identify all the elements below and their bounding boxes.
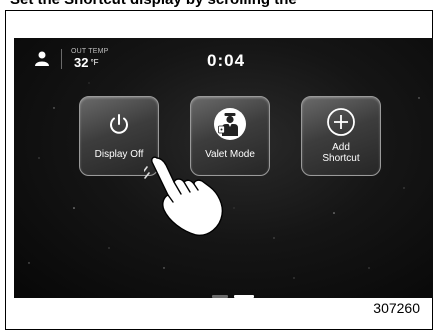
status-bar: OUT TEMP 32 °F 0:04 xyxy=(14,38,433,78)
figure-number: 307260 xyxy=(373,300,420,316)
add-icon xyxy=(327,108,355,136)
figure-frame: OUT TEMP 32 °F 0:04 Display Off Valet Mo… xyxy=(5,10,433,330)
status-divider xyxy=(61,49,62,69)
valet-icon xyxy=(214,108,246,140)
power-icon xyxy=(110,114,128,134)
caption: Set the Shortcut display by scrolling th… xyxy=(10,0,297,8)
add-shortcut-label: Add Shortcut xyxy=(322,142,360,164)
page-indicator-1[interactable] xyxy=(212,295,228,298)
outside-temp-label: OUT TEMP xyxy=(71,48,109,55)
tapping-hand-icon xyxy=(144,156,224,236)
outside-temp-value: 32 xyxy=(74,55,89,70)
user-profile-icon[interactable] xyxy=(34,50,50,66)
outside-temp-unit: °F xyxy=(90,58,99,67)
add-shortcut-button[interactable]: Add Shortcut xyxy=(301,96,381,176)
clock: 0:04 xyxy=(207,51,246,70)
page-indicator-2-active[interactable] xyxy=(234,295,254,298)
head-unit-screen: OUT TEMP 32 °F 0:04 Display Off Valet Mo… xyxy=(14,38,433,298)
outside-temp-readout: 32 °F xyxy=(74,55,99,70)
